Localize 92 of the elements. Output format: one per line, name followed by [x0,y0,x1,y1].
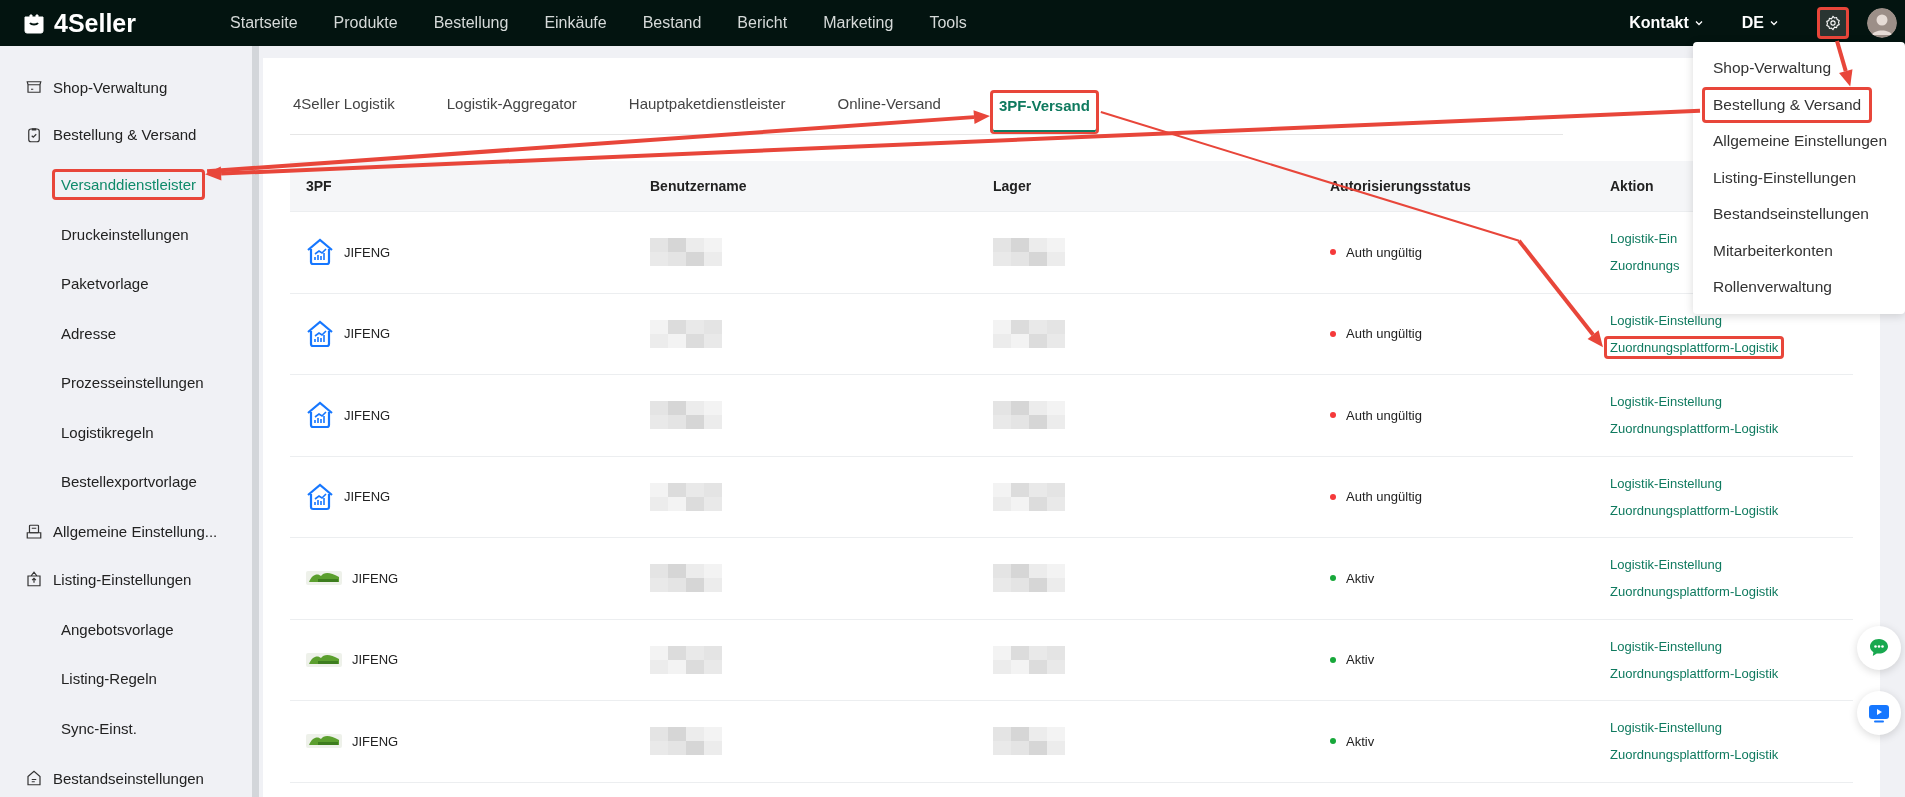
nav-link[interactable]: Startseite [212,14,316,32]
action-link[interactable]: Logistik-Einstellung [1604,634,1728,658]
action-link[interactable]: Zuordnungs [1604,254,1686,278]
carrier-name: JIFENG [352,570,399,586]
action-link[interactable]: Zuordnungsplattform-Logistik [1604,335,1785,359]
settings-icon [1825,15,1841,31]
tab[interactable]: Logistik-Aggregator [443,92,580,134]
nav-link[interactable]: Bestellung [415,14,527,32]
sidebar-item[interactable]: Adresse [52,317,126,349]
nav-link[interactable]: Bericht [719,14,806,32]
action-link[interactable]: Logistik-Einstellung [1604,308,1728,332]
sidebar-item[interactable]: Prozesseinstellungen [52,367,213,399]
menu-item[interactable]: Shop-Verwaltung [1702,50,1843,87]
tab[interactable]: Hauptpaketdienstleister [625,92,789,134]
sidebar-item[interactable]: Bestandseinstellungen [0,756,252,797]
leaf-logo-icon [306,651,342,668]
status-text: Aktiv [1346,652,1375,668]
status-text: Auth ungültig [1346,326,1422,342]
contact-menu[interactable]: Kontakt [1629,14,1704,32]
action-link[interactable]: Zuordnungsplattform-Logistik [1604,417,1785,441]
sidebar-item[interactable]: Bestellung & Versand [0,112,252,157]
bag-icon [22,11,46,35]
house-chart-icon [306,238,334,267]
house-chart-icon [306,482,334,511]
column-header: Benutzername [650,178,747,194]
annotation-arrow [1835,40,1853,87]
status-text: Auth ungültig [1346,489,1422,505]
caret-icon [1693,18,1704,28]
house-chart-icon [306,319,334,348]
action-link[interactable]: Zuordnungsplattform-Logistik [1604,743,1785,767]
status-text: Auth ungültig [1346,407,1422,423]
video-button[interactable] [1857,691,1901,735]
menu-item[interactable]: Listing-Einstellungen [1702,159,1868,196]
nav-link[interactable]: Marketing [805,14,912,32]
house-chart-icon [306,401,334,430]
logo[interactable]: 4Seller [22,8,136,38]
sidebar-item[interactable]: Logistikregeln [52,416,163,448]
column-header: Lager [993,178,1032,194]
sidebar-item[interactable]: Listing-Einstellungen [0,557,252,602]
sidebar-item[interactable]: Bestellexportvorlage [52,466,206,498]
carrier-name: JIFENG [344,326,391,342]
status-text: Aktiv [1346,733,1375,749]
leaf-logo-icon [306,570,342,587]
settings-button[interactable] [1817,7,1849,39]
menu-item[interactable]: Mitarbeiterkonten [1702,232,1844,269]
carrier-name: JIFENG [344,489,391,505]
sidebar-item[interactable]: Versanddienstleister [52,169,206,201]
menu-item[interactable]: Bestellung & Versand [1702,86,1873,123]
carrier-name: JIFENG [352,733,399,749]
sidebar-item[interactable]: Listing-Regeln [52,663,166,695]
tab[interactable]: 4Seller Logistik [290,92,398,134]
menu-item[interactable]: Bestandseinstellungen [1702,196,1880,233]
action-link[interactable]: Zuordnungsplattform-Logistik [1604,580,1785,604]
language-menu[interactable]: DE [1741,14,1779,32]
sidebar-icon [25,570,43,589]
action-link[interactable]: Logistik-Einstellung [1604,716,1728,740]
sidebar-item[interactable]: Paketvorlage [52,268,158,300]
tab[interactable]: Online-Versand [834,92,944,134]
column-header: Aktion [1610,178,1654,194]
carrier-name: JIFENG [344,407,391,423]
avatar[interactable] [1867,8,1897,38]
sidebar-icon [25,522,43,541]
action-link[interactable]: Logistik-Einstellung [1604,390,1728,414]
status-text: Aktiv [1346,570,1375,586]
menu-item[interactable]: Rollenverwaltung [1702,269,1843,306]
nav-link[interactable]: Bestand [624,14,720,32]
leaf-logo-icon [306,733,342,750]
carrier-name: JIFENG [344,244,391,260]
logo-text: 4Seller [54,8,136,38]
caret-icon [1769,18,1779,28]
action-link[interactable]: Zuordnungsplattform-Logistik [1604,498,1785,522]
scrollbar[interactable] [252,46,259,797]
chat-button[interactable] [1857,626,1901,670]
sidebar-item[interactable]: Sync-Einst. [52,712,146,744]
action-link[interactable]: Logistik-Ein [1604,227,1684,251]
action-link[interactable]: Zuordnungsplattform-Logistik [1604,661,1785,685]
sidebar-item[interactable]: Druckeinstellungen [52,218,198,250]
status-text: Auth ungültig [1346,244,1422,260]
sidebar-item[interactable]: Shop-Verwaltung [0,65,252,110]
nav-link[interactable]: Produkte [315,14,416,32]
carrier-name: JIFENG [352,652,399,668]
sidebar-icon [25,769,43,788]
action-link[interactable]: Logistik-Einstellung [1604,471,1728,495]
nav-link[interactable]: Tools [911,14,985,32]
sidebar-item[interactable]: Angebotsvorlage [52,613,183,645]
menu-item[interactable]: Allgemeine Einstellungen [1702,123,1899,160]
nav-link[interactable]: Einkäufe [526,14,625,32]
sidebar-item[interactable]: Allgemeine Einstellung... [0,509,252,554]
tab[interactable]: 3PF-Versand [989,90,1099,134]
sidebar-icon [25,125,43,144]
column-header: 3PF [306,178,332,194]
action-link[interactable]: Logistik-Einstellung [1604,553,1728,577]
